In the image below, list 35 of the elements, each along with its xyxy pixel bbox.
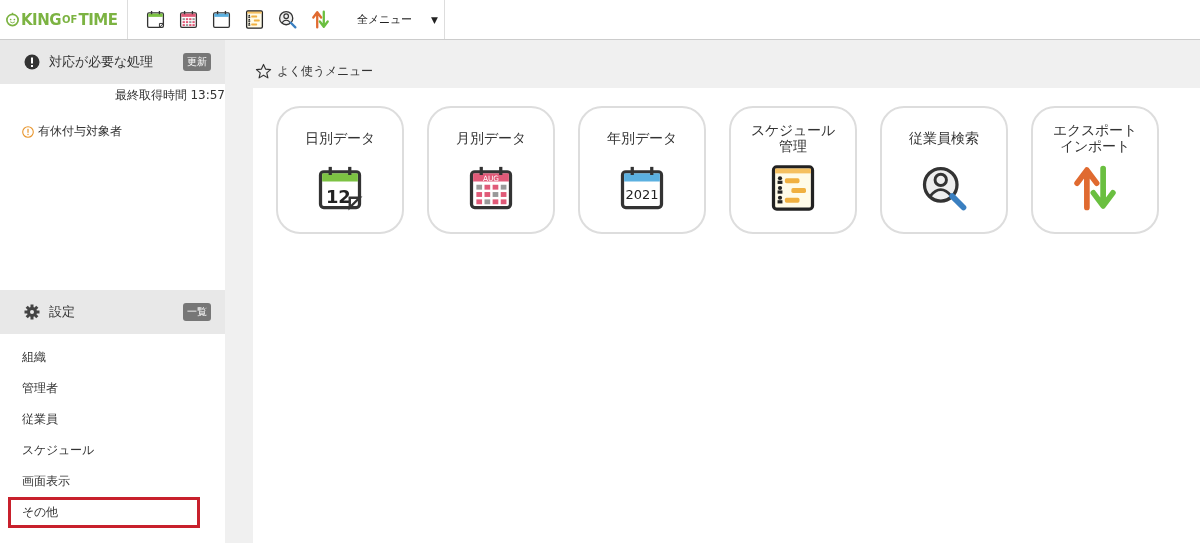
smiley-icon bbox=[5, 12, 20, 27]
logo-text: KING bbox=[21, 10, 62, 29]
menu-tile[interactable]: 日別データ 12 bbox=[276, 106, 404, 234]
warning-icon bbox=[22, 125, 34, 138]
menu-tile[interactable]: エクスポート インポート bbox=[1031, 106, 1159, 234]
star-icon bbox=[255, 62, 272, 80]
schedule-chart-icon[interactable] bbox=[243, 9, 265, 30]
logo-text: TIME bbox=[78, 10, 118, 29]
settings-link[interactable]: スケジュール bbox=[8, 435, 200, 466]
settings-link[interactable]: 組織 bbox=[8, 342, 200, 373]
menu-tile[interactable]: スケジュール 管理 bbox=[729, 106, 857, 234]
alert-link[interactable]: 有休付与対象者 bbox=[38, 123, 122, 140]
menu-tile[interactable]: 年別データ 2021 bbox=[578, 106, 706, 234]
alert-icon bbox=[24, 54, 40, 70]
all-menu-dropdown[interactable]: 全メニュー ▼ bbox=[353, 0, 445, 39]
section-title: よく使うメニュー bbox=[277, 62, 373, 80]
list-button[interactable]: 一覧 bbox=[183, 303, 211, 321]
section-title: 対応が必要な処理 bbox=[49, 53, 154, 71]
settings-link[interactable]: 画面表示 bbox=[8, 466, 200, 497]
search-icon[interactable] bbox=[276, 9, 298, 30]
settings-link[interactable]: その他 bbox=[8, 497, 200, 528]
settings-link[interactable]: 従業員 bbox=[8, 404, 200, 435]
refresh-button[interactable]: 更新 bbox=[183, 53, 211, 71]
menu-tile[interactable]: 従業員検索 bbox=[880, 106, 1008, 234]
section-title: 設定 bbox=[49, 303, 76, 321]
calendar-icon[interactable] bbox=[210, 9, 232, 30]
logo-text: OF bbox=[62, 14, 78, 25]
last-updated-text: 最終取得時間 13:57 bbox=[113, 87, 225, 104]
calendar-icon[interactable] bbox=[177, 9, 199, 30]
caret-icon: ▼ bbox=[431, 14, 438, 25]
calendar-icon[interactable] bbox=[144, 9, 166, 30]
settings-icon bbox=[24, 304, 40, 320]
up-down-arrows-icon[interactable] bbox=[309, 9, 331, 30]
menu-tile[interactable]: 月別データ AUG bbox=[427, 106, 555, 234]
settings-link[interactable]: 管理者 bbox=[8, 373, 200, 404]
